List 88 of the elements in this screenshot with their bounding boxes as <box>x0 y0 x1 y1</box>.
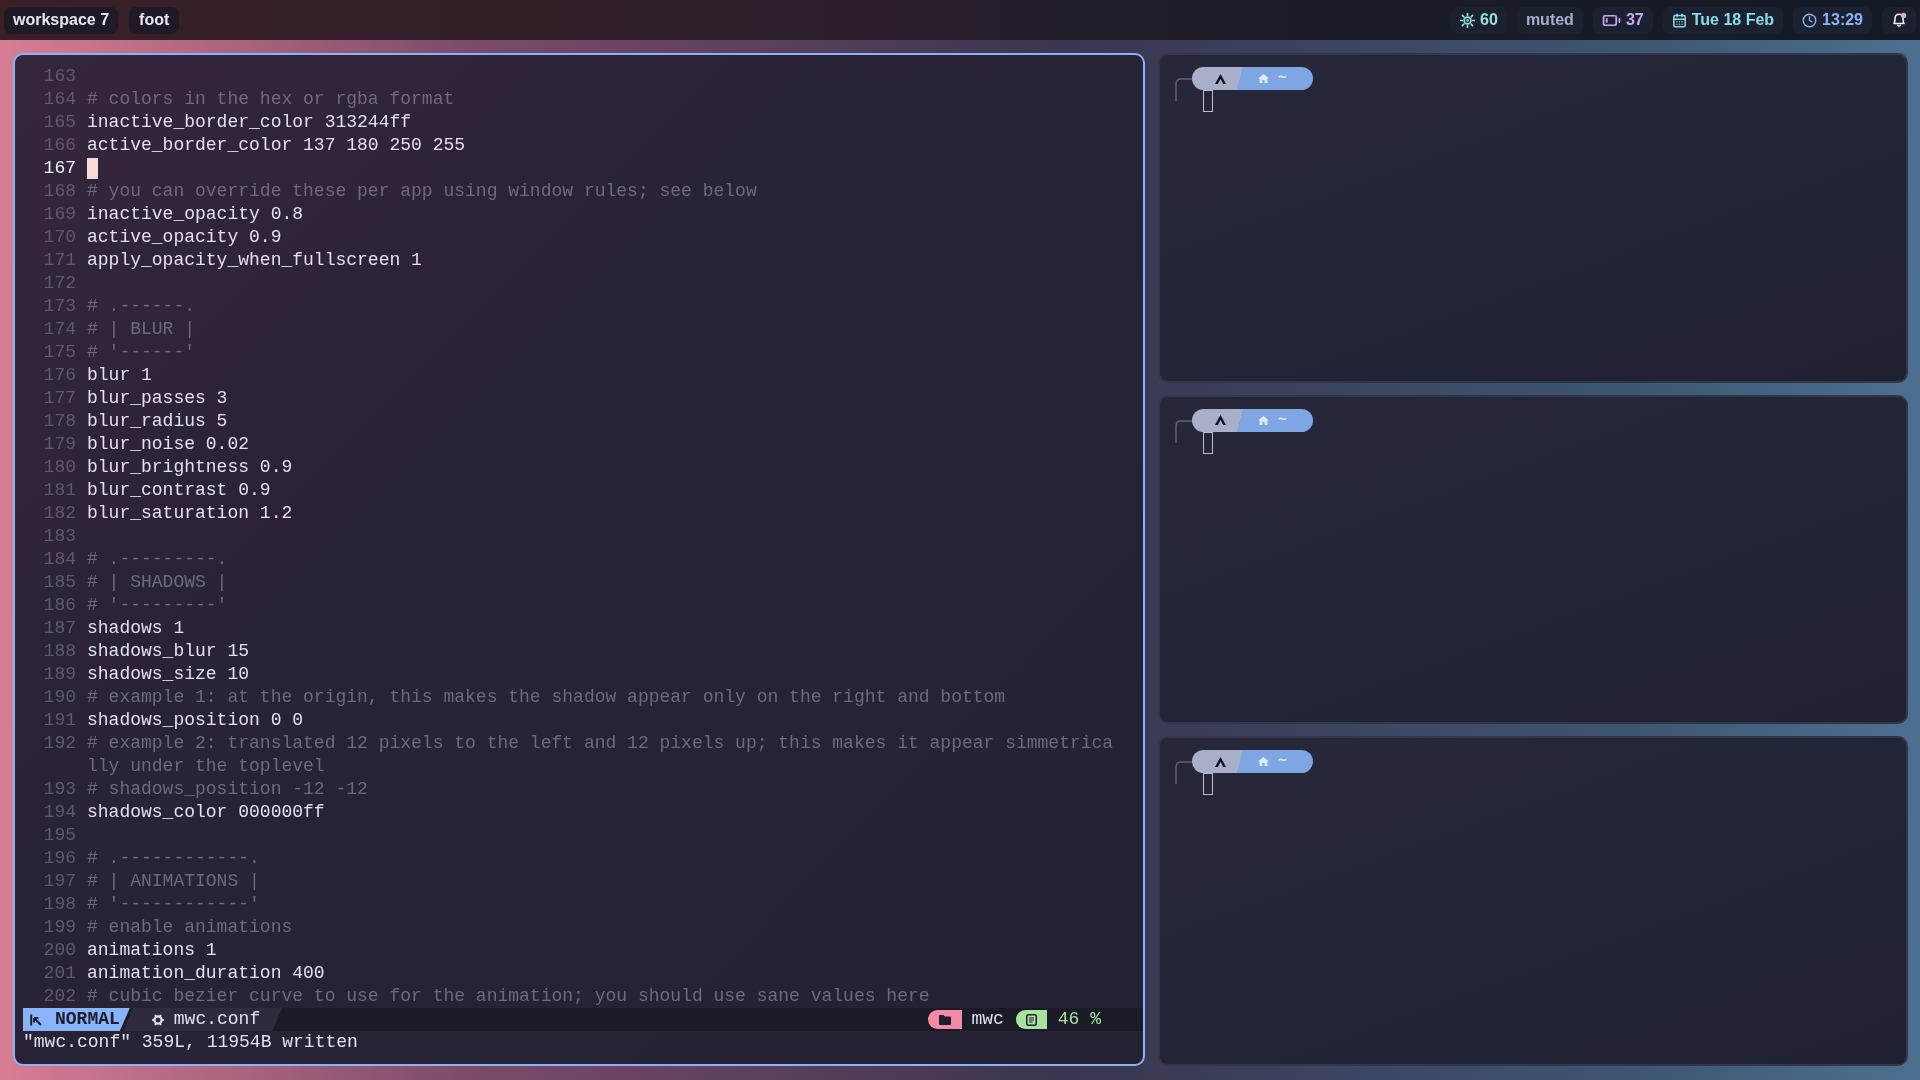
comment-line: # cubic bezier curve to use for the animation; you should use sane values here <box>87 985 930 1008</box>
code-line: active_opacity 0.9 <box>87 226 282 249</box>
line-number: 202 <box>42 985 76 1008</box>
line-number: 201 <box>42 962 76 985</box>
date-indicator[interactable]: Tue 18 Feb <box>1662 6 1784 34</box>
comment-line: # '------------' <box>87 893 260 916</box>
comment-line: # .------. <box>87 295 196 318</box>
comment-line: # enable animations <box>87 916 293 939</box>
code-line: blur_radius 5 <box>87 410 228 433</box>
line-number: 196 <box>42 847 76 870</box>
line-number: 199 <box>42 916 76 939</box>
clock-indicator[interactable]: 13:29 <box>1793 6 1872 34</box>
code-line: animations 1 <box>87 939 217 962</box>
calendar-icon <box>1671 12 1687 28</box>
code-line: blur_contrast 0.9 <box>87 479 271 502</box>
comment-line: # .---------. <box>87 548 228 571</box>
directory-name: mwc <box>971 1008 1004 1031</box>
code-line: blur_noise 0.02 <box>87 433 250 456</box>
code-line: blur_passes 3 <box>87 387 228 410</box>
code-line: apply_opacity_when_fullscreen 1 <box>87 249 422 272</box>
terminal-cursor <box>1203 90 1213 112</box>
mode-label: NORMAL <box>55 1008 120 1031</box>
battery-indicator[interactable]: 37 <box>1592 6 1653 34</box>
logo-icon <box>1215 415 1226 426</box>
line-number: 191 <box>42 709 76 732</box>
code-line: blur_brightness 0.9 <box>87 456 293 479</box>
comment-line: # example 1: at the origin, this makes the shadow appear only on the right and bottom <box>87 686 1006 709</box>
comment-line: lly under the toplevel <box>87 755 325 778</box>
line-number: 189 <box>42 663 76 686</box>
line-number: 197 <box>42 870 76 893</box>
code-line: active_border_color 137 180 250 255 <box>87 134 466 157</box>
brightness-icon <box>1460 12 1476 28</box>
line-number: 190 <box>42 686 76 709</box>
terminal-cursor <box>1203 431 1213 454</box>
code-line: shadows_blur 15 <box>87 640 250 663</box>
line-number: 195 <box>42 824 76 847</box>
prompt-corner-icon <box>1175 78 1192 101</box>
file-name: mwc.conf <box>173 1008 261 1031</box>
line-number: 194 <box>42 801 76 824</box>
comment-line: # .------------. <box>87 847 260 870</box>
code-line: inactive_opacity 0.8 <box>87 203 304 226</box>
comment-line: # example 2: translated 12 pixels to the left and 12 pixels up; this makes it appear simmetrica <box>87 732 1114 755</box>
home-icon <box>1258 74 1269 83</box>
workspace-button[interactable]: workspace 7 <box>4 6 119 34</box>
logo-icon <box>1215 756 1226 767</box>
prompt-corner-icon <box>1175 761 1192 785</box>
volume-indicator[interactable]: muted <box>1516 6 1583 34</box>
home-icon <box>1258 757 1269 767</box>
line-number: 198 <box>42 893 76 916</box>
terminal-cursor <box>1203 773 1213 796</box>
text-cursor <box>87 158 98 179</box>
line-number: 200 <box>42 939 76 962</box>
gear-icon <box>151 1013 164 1026</box>
comment-line: # | BLUR | <box>87 318 196 341</box>
code-line: shadows_size 10 <box>87 663 250 686</box>
window-title: foot <box>129 6 180 34</box>
directory-label: ~ <box>1278 412 1287 428</box>
code-line: blur_saturation 1.2 <box>87 502 293 525</box>
brightness-indicator[interactable]: 60 <box>1451 6 1507 34</box>
code-line: inactive_border_color 313244ff <box>87 111 412 134</box>
prompt-corner-icon <box>1175 419 1192 443</box>
code-line: shadows_position 0 0 <box>87 709 304 732</box>
code-line: animation_duration 400 <box>87 962 325 985</box>
position-label: 46 % <box>1057 1008 1101 1031</box>
directory-label: ~ <box>1278 754 1287 770</box>
logo-icon <box>1215 73 1226 84</box>
arrow-icon <box>30 1013 42 1026</box>
line-number: 187 <box>42 617 76 640</box>
notification-button[interactable] <box>1882 6 1916 34</box>
line-number: 193 <box>42 778 76 801</box>
code-line: shadows 1 <box>87 617 185 640</box>
message-line: "mwc.conf" 359L, 11954B written <box>23 1031 358 1054</box>
home-icon <box>1258 415 1269 425</box>
directory-label: ~ <box>1278 71 1287 86</box>
code-line: blur 1 <box>87 364 152 387</box>
code-line: shadows_color 000000ff <box>87 801 325 824</box>
line-number: 188 <box>42 640 76 663</box>
comment-line: # | SHADOWS | <box>87 571 228 594</box>
comment-line: # | ANIMATIONS | <box>87 870 260 893</box>
comment-line: # shadows_position -12 -12 <box>87 778 368 801</box>
bell-icon <box>1891 12 1907 28</box>
line-number: 192 <box>42 732 76 755</box>
line-number: 167 <box>42 157 76 180</box>
clock-icon <box>1802 12 1818 28</box>
comment-line: # you can override these per app using window rules; see below <box>87 180 757 203</box>
comment-line: # '---------' <box>87 594 228 617</box>
comment-line: # '------' <box>87 341 196 364</box>
comment-line: # colors in the hex or rgba format <box>87 88 455 111</box>
